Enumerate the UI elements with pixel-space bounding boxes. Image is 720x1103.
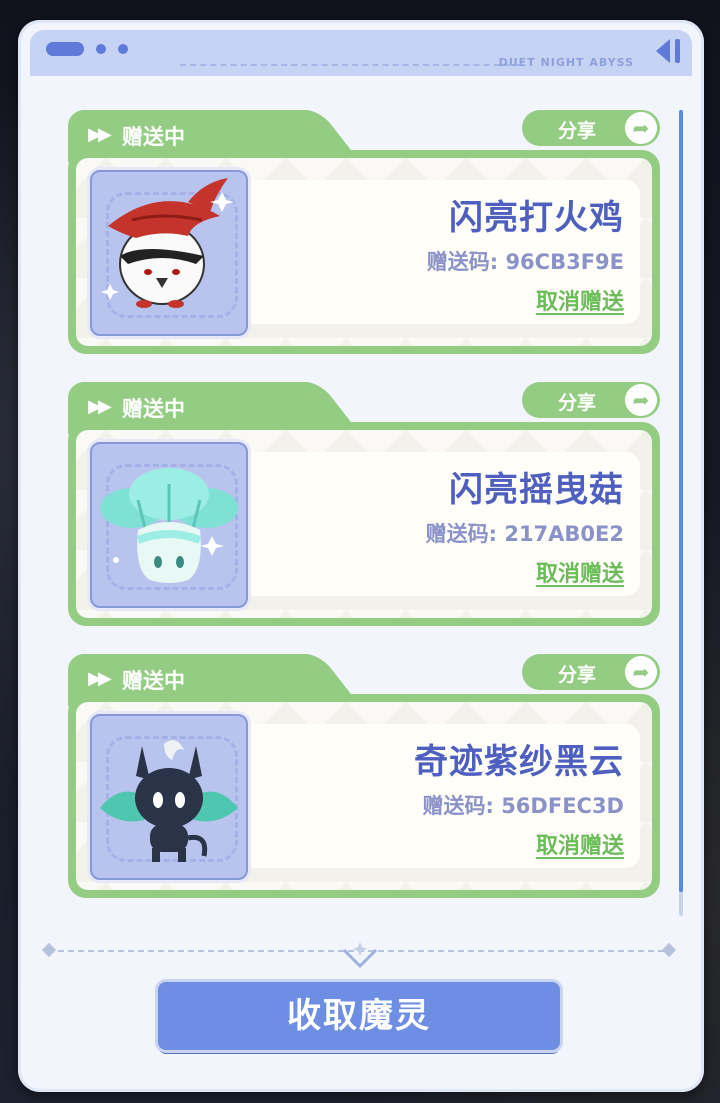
share-arrow-icon: ➦ (625, 656, 657, 688)
header-pill-decoration (46, 42, 84, 56)
gift-card: ▶▶ 赠送中 分享 ➦ 闪亮摇曳菇 赠送码: 217AB0E2 取消赠送 (68, 382, 660, 626)
gift-panel: DUET NIGHT ABYSS ▶▶ 赠送中 分享 ➦ 闪亮打火鸡 赠送码: … (18, 20, 704, 1092)
cancel-gift-link[interactable]: 取消赠送 (536, 284, 624, 316)
share-arrow-icon: ➦ (625, 112, 657, 144)
header-dot-decoration (118, 44, 128, 54)
pet-portrait-black-cloud (90, 714, 248, 880)
divider-end-left (41, 942, 57, 958)
pet-name: 奇迹紫纱黑云 (414, 742, 624, 782)
gift-code: 赠送码: 217AB0E2 (425, 522, 624, 546)
share-label: 分享 (558, 392, 597, 414)
cancel-gift-link[interactable]: 取消赠送 (536, 828, 624, 860)
pet-name: 闪亮摇曳菇 (449, 470, 624, 510)
scrollbar-thumb[interactable] (679, 110, 683, 892)
pet-portrait-fire-turkey (90, 170, 248, 336)
share-arrow-icon: ➦ (625, 384, 657, 416)
collect-pets-label: 收取魔灵 (287, 996, 431, 1036)
status-label: 赠送中 (122, 669, 185, 693)
divider-end-right (661, 942, 677, 958)
fire-turkey-image (101, 178, 234, 308)
share-label: 分享 (558, 120, 597, 142)
gift-card: ▶▶ 赠送中 分享 ➦ 奇迹紫纱黑云 赠送码: 56DFEC3D 取消赠送 (68, 654, 660, 898)
header-dash-decoration (180, 64, 520, 66)
share-button[interactable]: 分享 ➦ (522, 110, 660, 146)
gift-card: ▶▶ 赠送中 分享 ➦ 闪亮打火鸡 赠送码: 96CB3F9E 取消赠送 (68, 110, 660, 354)
chevron-down-icon (342, 942, 378, 969)
cancel-gift-link[interactable]: 取消赠送 (536, 556, 624, 588)
brand-text: DUET NIGHT ABYSS (498, 56, 634, 69)
black-cloud-image (100, 740, 238, 862)
panel-header: DUET NIGHT ABYSS (30, 30, 692, 76)
gift-code: 赠送码: 96CB3F9E (426, 250, 624, 274)
status-label: 赠送中 (122, 125, 185, 149)
header-dot-decoration (96, 44, 106, 54)
swaying-mushroom-image (100, 468, 238, 583)
fast-forward-icon: ▶▶ (88, 124, 112, 145)
gift-code: 赠送码: 56DFEC3D (422, 794, 624, 818)
fast-forward-icon: ▶▶ (88, 668, 112, 689)
back-bar-icon (675, 39, 680, 63)
fast-forward-icon: ▶▶ (88, 396, 112, 417)
card-info: 奇迹紫纱黑云 赠送码: 56DFEC3D 取消赠送 (236, 724, 640, 868)
share-button[interactable]: 分享 ➦ (522, 382, 660, 418)
card-info: 闪亮摇曳菇 赠送码: 217AB0E2 取消赠送 (236, 452, 640, 596)
pet-portrait-swaying-mushroom (90, 442, 248, 608)
back-arrow-icon[interactable] (656, 39, 670, 63)
pet-name: 闪亮打火鸡 (449, 198, 624, 238)
collect-pets-button[interactable]: 收取魔灵 (158, 982, 560, 1050)
share-button[interactable]: 分享 ➦ (522, 654, 660, 690)
status-label: 赠送中 (122, 397, 185, 421)
share-label: 分享 (558, 664, 597, 686)
card-info: 闪亮打火鸡 赠送码: 96CB3F9E 取消赠送 (236, 180, 640, 324)
